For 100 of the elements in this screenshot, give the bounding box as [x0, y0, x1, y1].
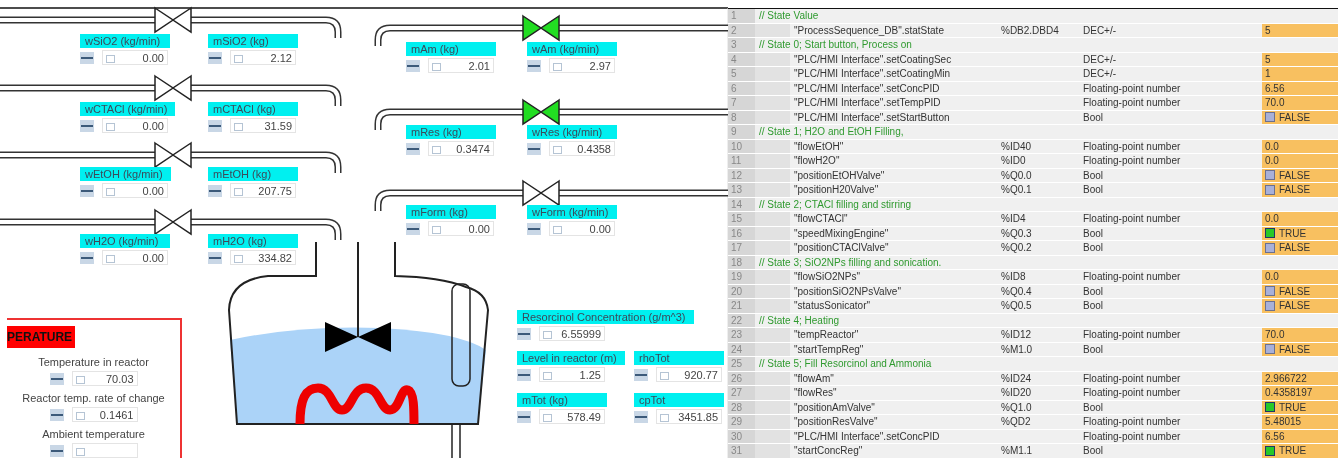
table-cell-text: Floating-point number [1082, 429, 1182, 443]
value-cell[interactable]: TRUE [1262, 444, 1338, 458]
value-field[interactable]: 334.82 [230, 250, 296, 265]
table-cell-text: Bool [1082, 342, 1104, 356]
value-field[interactable]: 0.4358 [549, 141, 615, 156]
table-cell-text: "positionResValve" [793, 415, 879, 429]
bar-icon[interactable] [527, 59, 541, 72]
tag-label: mAm (kg) [406, 42, 496, 56]
bar-icon[interactable] [208, 251, 222, 264]
valve-icon[interactable] [154, 141, 192, 169]
value-field[interactable]: 0.00 [102, 118, 168, 133]
bar-icon[interactable] [49, 408, 64, 421]
value-field[interactable]: 70.03 [71, 371, 138, 386]
table-cell-text: "flowH2O" [793, 154, 841, 168]
value-field[interactable]: 3451.85 [656, 409, 722, 424]
value-field[interactable]: 6.55999 [539, 326, 605, 341]
value-field[interactable]: 2.01 [428, 58, 494, 73]
value-field[interactable]: 578.49 [539, 409, 605, 424]
square-icon [543, 372, 552, 380]
value-cell[interactable]: FALSE [1262, 299, 1338, 313]
value-field[interactable]: 2.97 [549, 58, 615, 73]
value-cell[interactable]: 5.48015 [1262, 415, 1338, 429]
table-cell-text: Floating-point number [1082, 81, 1182, 95]
checkbox[interactable] [1265, 402, 1275, 413]
value-field[interactable]: 207.75 [230, 183, 296, 198]
square-icon [432, 63, 441, 71]
bar-icon[interactable] [208, 51, 222, 64]
bar-icon[interactable] [406, 222, 420, 235]
valve-icon[interactable] [154, 74, 192, 102]
value-field[interactable]: 0.00 [102, 250, 168, 265]
value-field[interactable]: 0.1461 [71, 407, 138, 422]
row-number: 7 [728, 96, 755, 110]
bar-icon[interactable] [80, 184, 94, 197]
valve-icon[interactable] [522, 14, 560, 42]
valve-icon[interactable] [154, 208, 192, 236]
value-cell[interactable]: 0.0 [1262, 270, 1338, 284]
bar-icon[interactable] [527, 142, 541, 155]
bar-icon[interactable] [208, 119, 222, 132]
bar-icon[interactable] [49, 444, 64, 457]
value-cell[interactable]: 0.0 [1262, 212, 1338, 226]
value-field[interactable]: 2.12 [230, 50, 296, 65]
square-icon [234, 123, 243, 131]
bar-icon[interactable] [406, 59, 420, 72]
bar-icon[interactable] [634, 368, 648, 381]
table-cell-text: %M1.1 [1000, 444, 1034, 458]
checkbox[interactable] [1265, 228, 1275, 239]
bar-icon[interactable] [49, 372, 64, 385]
value-cell[interactable]: FALSE [1262, 241, 1338, 255]
table-cell-text: %ID8 [1000, 270, 1027, 284]
value-cell[interactable]: FALSE [1262, 183, 1338, 197]
table-cell-text: "startConcReg" [793, 444, 864, 458]
value-field[interactable]: 0.00 [549, 221, 615, 236]
checkbox[interactable] [1265, 112, 1275, 123]
value-field[interactable]: 0.3474 [428, 141, 494, 156]
bar-icon[interactable] [80, 51, 94, 64]
value-cell[interactable]: 70.0 [1262, 96, 1338, 110]
bar-icon[interactable] [517, 327, 531, 340]
value-field[interactable]: 31.59 [230, 118, 296, 133]
checkbox[interactable] [1265, 286, 1275, 297]
table-cell-text: Bool [1082, 110, 1104, 124]
tag-label: wRes (kg/min) [527, 125, 617, 139]
bar-icon[interactable] [406, 142, 420, 155]
tag-label: Resorcinol Concentration (g/m^3) [517, 310, 694, 324]
checkbox[interactable] [1265, 170, 1275, 181]
table-cell-text: "positionAmValve" [793, 400, 876, 414]
bar-icon[interactable] [634, 410, 648, 423]
value-field[interactable]: 920.77 [656, 367, 722, 382]
value-field[interactable]: 1.25 [539, 367, 605, 382]
value-field[interactable]: 0.00 [428, 221, 494, 236]
bar-icon[interactable] [208, 184, 222, 197]
value-cell[interactable]: 70.0 [1262, 328, 1338, 342]
bar-icon[interactable] [80, 119, 94, 132]
table-cell-text: "PLC/HMI Interface".setTempPID [793, 96, 942, 110]
checkbox[interactable] [1265, 242, 1275, 253]
tag-label: mForm (kg) [406, 205, 496, 219]
bar-icon[interactable] [80, 251, 94, 264]
checkbox[interactable] [1265, 300, 1275, 311]
bar-icon[interactable] [517, 410, 531, 423]
valve-icon[interactable] [522, 98, 560, 126]
checkbox[interactable] [1265, 184, 1275, 195]
value-field[interactable] [71, 443, 138, 458]
valve-icon[interactable] [154, 6, 192, 34]
value-cell[interactable]: 1 [1262, 67, 1338, 81]
tag-label: mH2O (kg) [208, 234, 298, 248]
value-cell[interactable]: 0.0 [1262, 154, 1338, 168]
table-cell-text: Bool [1082, 299, 1104, 313]
valve-icon[interactable] [522, 179, 560, 207]
row-number: 3 [728, 38, 755, 52]
checkbox[interactable] [1265, 445, 1275, 456]
value-field[interactable]: 0.00 [102, 183, 168, 198]
square-icon [553, 226, 562, 234]
table-cell-text: Bool [1082, 284, 1104, 298]
checkbox[interactable] [1265, 344, 1275, 355]
bar-icon[interactable] [517, 368, 531, 381]
square-icon [106, 123, 115, 131]
table-cell-text: %ID12 [1000, 328, 1032, 342]
tag-label: wEtOH (kg/min) [80, 167, 171, 181]
value-field[interactable]: 0.00 [102, 50, 168, 65]
value-cell[interactable]: 0.4358197 [1262, 386, 1338, 400]
bar-icon[interactable] [527, 222, 541, 235]
